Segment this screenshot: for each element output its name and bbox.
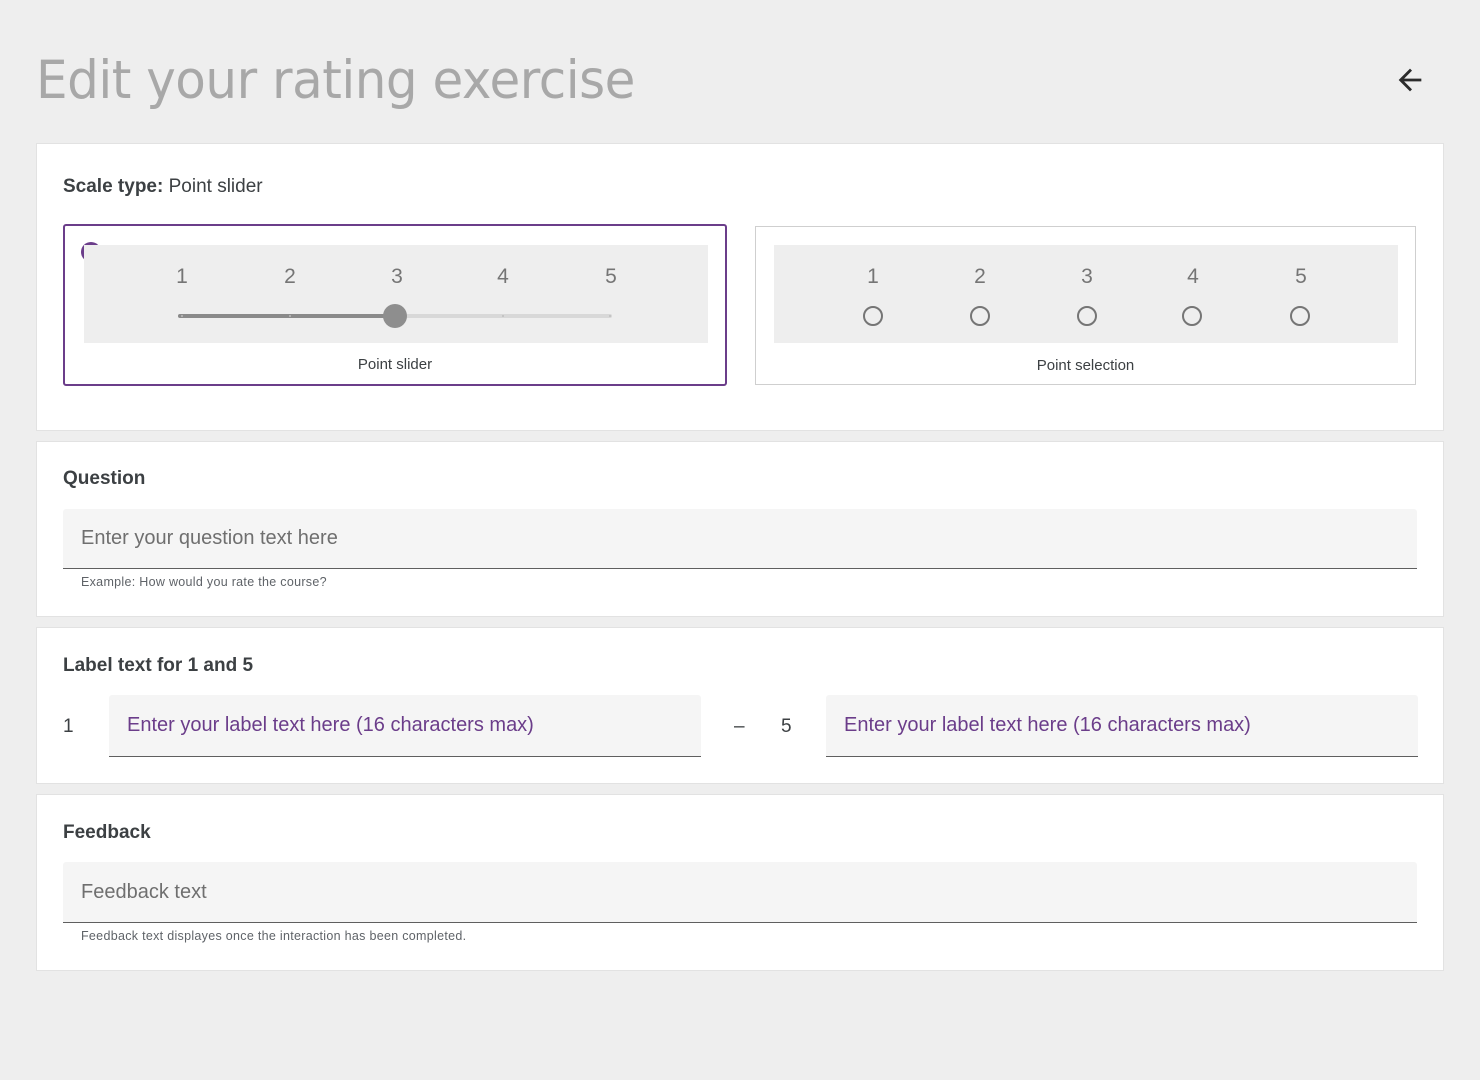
question-field[interactable]: [63, 509, 1417, 569]
label-end-number: 5: [781, 716, 792, 737]
label-start-input[interactable]: [109, 695, 701, 756]
feedback-input[interactable]: [63, 862, 1417, 922]
label-text-heading: Label text for 1 and 5: [63, 655, 254, 676]
label-start-field[interactable]: [109, 695, 701, 757]
slider-tick-label: 3: [391, 265, 403, 288]
selection-tick-label: 3: [1081, 265, 1093, 288]
radio-circle-icon: [970, 306, 990, 326]
question-heading: Question: [63, 468, 146, 489]
slider-tick-dot: [609, 315, 611, 317]
feedback-helper-text: Feedback text displayes once the interac…: [81, 929, 467, 943]
scale-type-heading: Scale type: Point slider: [63, 176, 263, 198]
point-slider-label: Point slider: [357, 356, 433, 373]
scale-type-value: Point slider: [168, 176, 263, 197]
label-start-number: 1: [63, 716, 74, 737]
selection-tick-label: 2: [974, 265, 986, 288]
back-button[interactable]: [1388, 58, 1432, 102]
question-input[interactable]: [63, 509, 1417, 568]
feedback-field[interactable]: [63, 862, 1417, 923]
label-end-input[interactable]: [826, 695, 1418, 756]
radio-circle-icon: [1290, 306, 1310, 326]
question-card: Question Example: How would you rate the…: [36, 441, 1444, 617]
radio-circle-icon: [863, 306, 883, 326]
slider-tick-dot: [181, 315, 183, 317]
feedback-heading: Feedback: [63, 822, 151, 843]
slider-tick-label: 4: [497, 265, 509, 288]
point-slider-preview: 1 2 3 4 5: [84, 245, 708, 343]
point-selection-label: Point selection: [1036, 357, 1135, 374]
label-separator: –: [734, 716, 745, 737]
scale-type-label: Scale type:: [63, 176, 164, 197]
selection-tick-label: 1: [867, 265, 879, 288]
slider-tick-dot: [502, 315, 504, 317]
slider-tick-label: 5: [605, 265, 617, 288]
arrow-left-icon: [1398, 68, 1422, 92]
selection-tick-label: 5: [1295, 265, 1307, 288]
slider-tick-label: 2: [284, 265, 296, 288]
slider-track-fill: [178, 314, 395, 318]
label-text-card: Label text for 1 and 5 1 – 5: [36, 627, 1444, 784]
radio-circle-icon: [1077, 306, 1097, 326]
scale-type-card: Scale type: Point slider 1 2 3 4 5 Point…: [36, 143, 1444, 431]
point-slider-option[interactable]: 1 2 3 4 5 Point slider: [63, 224, 727, 386]
slider-thumb: [383, 304, 407, 328]
page-title: Edit your rating exercise: [36, 49, 635, 111]
feedback-card: Feedback Feedback text displayes once th…: [36, 794, 1444, 971]
question-helper-text: Example: How would you rate the course?: [81, 575, 327, 589]
slider-tick-dot: [289, 315, 291, 317]
radio-circle-icon: [1182, 306, 1202, 326]
selection-tick-label: 4: [1187, 265, 1199, 288]
slider-tick-label: 1: [176, 265, 188, 288]
point-selection-preview: 1 2 3 4 5: [774, 245, 1398, 343]
label-end-field[interactable]: [826, 695, 1418, 757]
point-selection-option[interactable]: 1 2 3 4 5 Point selection: [755, 226, 1416, 385]
